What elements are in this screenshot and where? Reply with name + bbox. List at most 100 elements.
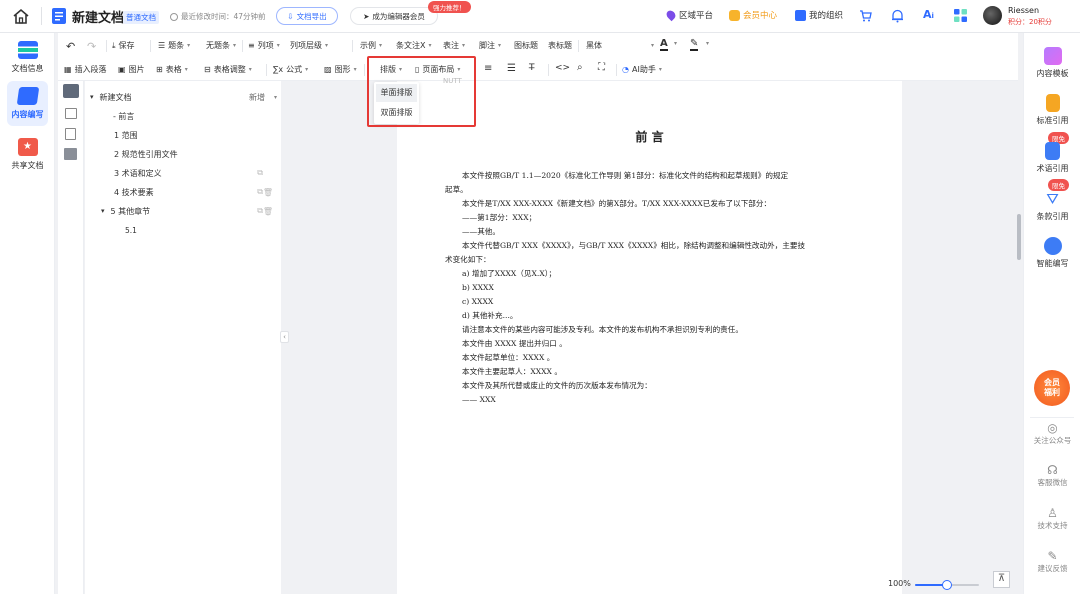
- clause-reference-button[interactable]: ⛛ 条款引用: [1024, 190, 1080, 222]
- nav-content-writing[interactable]: 内容编写: [0, 87, 55, 120]
- clear-format-icon[interactable]: T̶: [529, 63, 535, 73]
- highlight-pen-icon[interactable]: ✎: [690, 38, 699, 51]
- follow-official-account[interactable]: ◎ 关注公众号: [1024, 421, 1080, 446]
- item-text-button[interactable]: 条文注X ▾: [396, 40, 432, 51]
- follow-official-account-label: 关注公众号: [1033, 436, 1072, 445]
- vip-center-link[interactable]: 会员中心: [729, 9, 777, 21]
- doc-line: d) 其他补充...。: [462, 311, 518, 320]
- delete-icon[interactable]: 🗑: [263, 207, 273, 216]
- outline-view-icon[interactable]: [63, 84, 79, 98]
- undo-icon[interactable]: ↶: [66, 40, 75, 53]
- image-button[interactable]: ▣ 图片: [118, 64, 145, 75]
- nav-shared-docs[interactable]: ★ 共享文档: [0, 138, 55, 171]
- member-button[interactable]: ➤ 成为编辑器会员: [350, 7, 438, 25]
- back-to-top-icon[interactable]: ⊼: [993, 571, 1010, 588]
- ai-assistant-button[interactable]: ◔ AI助手 ▾: [622, 64, 662, 75]
- document-page[interactable]: NUTT 前 言 本文件按照GB/T 1.1—2020《标准化工作导则 第1部分…: [397, 77, 902, 594]
- cart-icon[interactable]: [859, 9, 872, 22]
- line-spacing-icon[interactable]: ☰: [507, 63, 516, 74]
- term-reference-button[interactable]: 术语引用: [1024, 142, 1080, 174]
- ai-assistant-icon: ◔: [622, 65, 629, 74]
- points: 积分：20积分: [1008, 18, 1052, 26]
- export-button[interactable]: ⇩ 文档导出: [276, 7, 338, 25]
- insert-paragraph-button[interactable]: ▦ 插入段落: [64, 64, 107, 75]
- copy-icon[interactable]: ⧉: [257, 168, 263, 178]
- outline-item[interactable]: 4 技术要素 ⧉ 🗑: [85, 183, 281, 201]
- list-button[interactable]: ≡ 列项 ▾: [248, 40, 280, 51]
- outline-new-button[interactable]: 新增: [249, 92, 265, 103]
- align-left-icon[interactable]: ≡: [484, 63, 492, 74]
- zoom-slider[interactable]: [915, 580, 979, 590]
- doc-line: b) XXXX: [462, 283, 494, 292]
- doc-line: a) 增加了XXXX（见X.X）；: [462, 269, 557, 278]
- formula-button[interactable]: ∑x 公式 ▾: [273, 64, 308, 75]
- tech-support-label: 技术支持: [1037, 521, 1068, 530]
- view-switcher: [58, 81, 84, 594]
- collapse-icon[interactable]: ▾: [90, 93, 94, 101]
- save-button[interactable]: ⤓ 保存: [112, 40, 135, 51]
- nav-content-writing-label: 内容编写: [11, 110, 44, 119]
- font-color-icon[interactable]: A: [660, 38, 668, 51]
- customer-service-wechat[interactable]: ☊ 客服微信: [1024, 463, 1080, 488]
- code-icon[interactable]: <>: [555, 63, 570, 73]
- apps-grid-icon[interactable]: [954, 9, 967, 22]
- outline-item[interactable]: ▾ 5 其他章节 ⧉ 🗑: [85, 202, 281, 220]
- outline-item[interactable]: 1 范围: [85, 126, 281, 144]
- image-icon: ▣: [118, 65, 126, 74]
- my-org-link[interactable]: 我的组织: [795, 9, 843, 21]
- annotation-highlight-box: [367, 56, 476, 127]
- doc-line: 本文件按照GB/T 1.1—2020《标准化工作导则 第1部分：标准化文件的结构…: [462, 171, 789, 180]
- member-button-label: 成为编辑器会员: [372, 11, 425, 21]
- ai-assistant-label: AI助手: [631, 65, 656, 74]
- smart-writing-button[interactable]: 智能编写: [1024, 237, 1080, 269]
- outline-item[interactable]: 3 术语和定义 ⧉: [85, 164, 281, 182]
- ai-translate-icon[interactable]: Ai: [923, 8, 934, 21]
- clock-icon: [170, 12, 178, 21]
- footnote-label: 脚注: [479, 41, 495, 50]
- shape-button[interactable]: ▨ 图形 ▾: [324, 64, 357, 75]
- title-item-button[interactable]: ☰ 题条 ▾: [158, 40, 190, 51]
- vip-crown-icon: [729, 9, 740, 21]
- no-title-item-button[interactable]: 无题条 ▾: [206, 40, 236, 51]
- list-level-button[interactable]: 列项层级 ▾: [290, 40, 328, 51]
- example-button[interactable]: 示例 ▾: [360, 40, 382, 51]
- word-export-icon[interactable]: [64, 148, 77, 160]
- bell-icon[interactable]: [891, 9, 904, 23]
- outline-root[interactable]: ▾ 新建文档 新增 ▾: [85, 88, 281, 106]
- table-title-button[interactable]: 表标题: [548, 40, 572, 51]
- table-adjust-label: 表格调整: [213, 65, 246, 74]
- table-note-button[interactable]: 表注 ▾: [443, 40, 465, 51]
- expand-icon[interactable]: ▾: [101, 207, 105, 215]
- footnote-button[interactable]: 脚注 ▾: [479, 40, 501, 51]
- list-view-icon[interactable]: [65, 108, 77, 119]
- username[interactable]: Riessen: [1008, 6, 1039, 15]
- outline-item[interactable]: 5.1: [85, 221, 281, 239]
- nav-doc-info[interactable]: 文档信息: [0, 41, 55, 74]
- tech-support[interactable]: ♙ 技术支持: [1024, 506, 1080, 531]
- scrollbar-thumb[interactable]: [1017, 214, 1021, 260]
- content-template-button[interactable]: 内容模板: [1024, 47, 1080, 79]
- font-select[interactable]: 黑体 ▾: [586, 40, 654, 51]
- fullscreen-icon[interactable]: ⛶: [598, 62, 605, 73]
- standard-reference-button[interactable]: 标准引用: [1024, 94, 1080, 126]
- search-icon[interactable]: ⌕: [577, 62, 583, 73]
- user-avatar[interactable]: [983, 6, 1002, 25]
- shape-label: 图形: [334, 65, 351, 74]
- zoom-slider-thumb[interactable]: [942, 580, 952, 590]
- home-icon[interactable]: [12, 8, 30, 25]
- redo-icon[interactable]: ↷: [87, 40, 96, 53]
- doc-title[interactable]: 新建文档: [72, 7, 124, 26]
- outline-item[interactable]: 2 规范性引用文件: [85, 145, 281, 163]
- figure-title-button[interactable]: 图标题: [514, 40, 538, 51]
- region-platform-link[interactable]: 区域平台: [664, 8, 713, 22]
- table-button[interactable]: ⊞ 表格 ▾: [156, 64, 188, 75]
- zoom-level: 100%: [888, 579, 911, 588]
- outline-item[interactable]: - 前言: [85, 107, 281, 125]
- delete-icon[interactable]: 🗑: [263, 188, 273, 197]
- collapse-panel-handle[interactable]: ‹: [280, 331, 289, 343]
- export-icon: ⇩: [287, 11, 294, 21]
- feedback[interactable]: ✎ 建议反馈: [1024, 549, 1080, 574]
- table-adjust-button[interactable]: ⊟ 表格调整 ▾: [204, 64, 252, 75]
- page-view-icon[interactable]: [65, 128, 76, 140]
- vip-benefit-badge[interactable]: 会员福利: [1034, 370, 1070, 406]
